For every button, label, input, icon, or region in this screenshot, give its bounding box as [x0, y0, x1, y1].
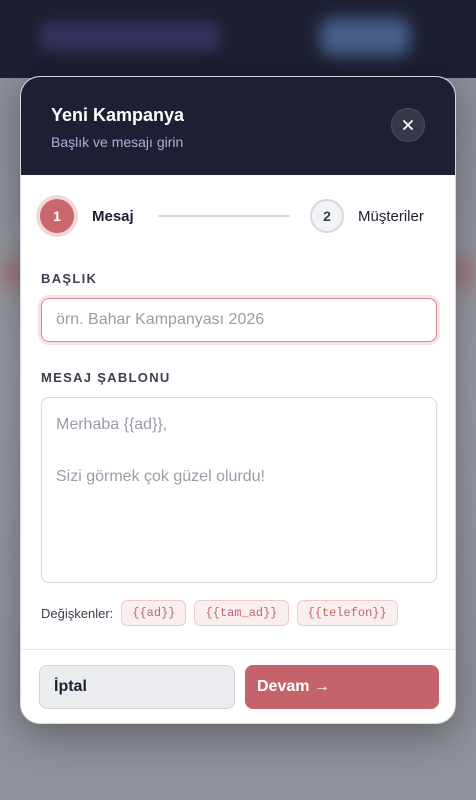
- step-number-circle: 1: [40, 199, 74, 233]
- new-campaign-modal: Yeni Kampanya Başlık ve mesajı girin 1 M…: [20, 76, 456, 724]
- close-button[interactable]: [391, 108, 425, 142]
- step-message[interactable]: 1 Mesaj: [40, 198, 134, 234]
- variables-row: Değişkenler: {{ad}} {{tam_ad}} {{telefon…: [41, 599, 406, 627]
- modal-subtitle: Başlık ve mesajı girin: [51, 134, 184, 150]
- step-label: Mesaj: [92, 207, 134, 225]
- step-connector-line: [158, 215, 290, 217]
- close-icon: [403, 120, 413, 130]
- modal-header: Yeni Kampanya Başlık ve mesajı girin: [21, 77, 455, 175]
- background-blurred-button: [320, 18, 410, 56]
- title-field-label: BAŞLIK: [41, 271, 98, 286]
- step-label: Müşteriler: [358, 207, 424, 225]
- background-blurred-title: [40, 22, 220, 52]
- template-field-label: MESAJ ŞABLONU: [41, 370, 171, 385]
- background-app-header: [0, 0, 476, 78]
- footer-divider: [21, 649, 455, 650]
- variable-chip-telefon[interactable]: {{telefon}}: [296, 600, 398, 626]
- variable-chip-tam-ad[interactable]: {{tam_ad}}: [194, 600, 289, 626]
- step-customers[interactable]: 2 Müşteriler: [310, 198, 424, 234]
- variables-label: Değişkenler:: [41, 605, 114, 621]
- continue-button[interactable]: Devam →: [245, 665, 439, 709]
- cancel-button[interactable]: İptal: [39, 665, 235, 709]
- title-input[interactable]: [41, 298, 437, 342]
- message-template-textarea[interactable]: [41, 397, 437, 583]
- variable-chip-ad[interactable]: {{ad}}: [121, 600, 187, 626]
- step-number-circle: 2: [310, 199, 344, 233]
- modal-title: Yeni Kampanya: [51, 105, 185, 125]
